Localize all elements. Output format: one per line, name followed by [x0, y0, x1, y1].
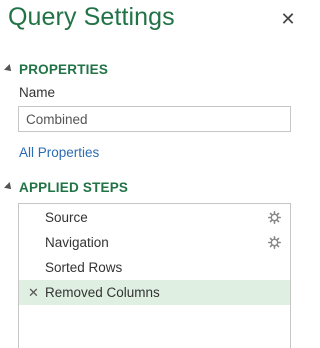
step-label: Navigation	[45, 235, 109, 250]
step-label: Source	[45, 210, 88, 225]
step-navigation[interactable]: Navigation	[19, 230, 290, 255]
step-sorted-rows[interactable]: Sorted Rows	[19, 255, 290, 280]
gear-icon[interactable]	[268, 236, 281, 249]
applied-steps-section-title: APPLIED STEPS	[19, 179, 129, 195]
properties-section-header[interactable]: PROPERTIES	[4, 60, 108, 78]
query-settings-pane: Query Settings ✕ PROPERTIES Name All Pro…	[0, 0, 313, 348]
step-source[interactable]: Source	[19, 205, 290, 230]
gear-icon[interactable]	[268, 211, 281, 224]
delete-step-icon[interactable]: ✕	[28, 280, 39, 305]
name-label: Name	[19, 85, 56, 100]
step-label: Removed Columns	[45, 285, 160, 300]
name-field[interactable]	[18, 106, 291, 132]
all-properties-link[interactable]: All Properties	[19, 145, 99, 160]
step-removed-columns[interactable]: ✕ Removed Columns	[19, 280, 290, 305]
properties-section-title: PROPERTIES	[19, 61, 109, 77]
step-label: Sorted Rows	[45, 260, 123, 275]
applied-steps-list: Source Navigation Sorted Rows ✕ Removed …	[18, 203, 291, 348]
close-icon[interactable]: ✕	[277, 8, 299, 30]
applied-steps-section-header[interactable]: APPLIED STEPS	[4, 178, 128, 196]
collapse-triangle-icon[interactable]	[4, 182, 14, 192]
pane-title: Query Settings	[8, 3, 175, 31]
collapse-triangle-icon[interactable]	[4, 64, 14, 74]
